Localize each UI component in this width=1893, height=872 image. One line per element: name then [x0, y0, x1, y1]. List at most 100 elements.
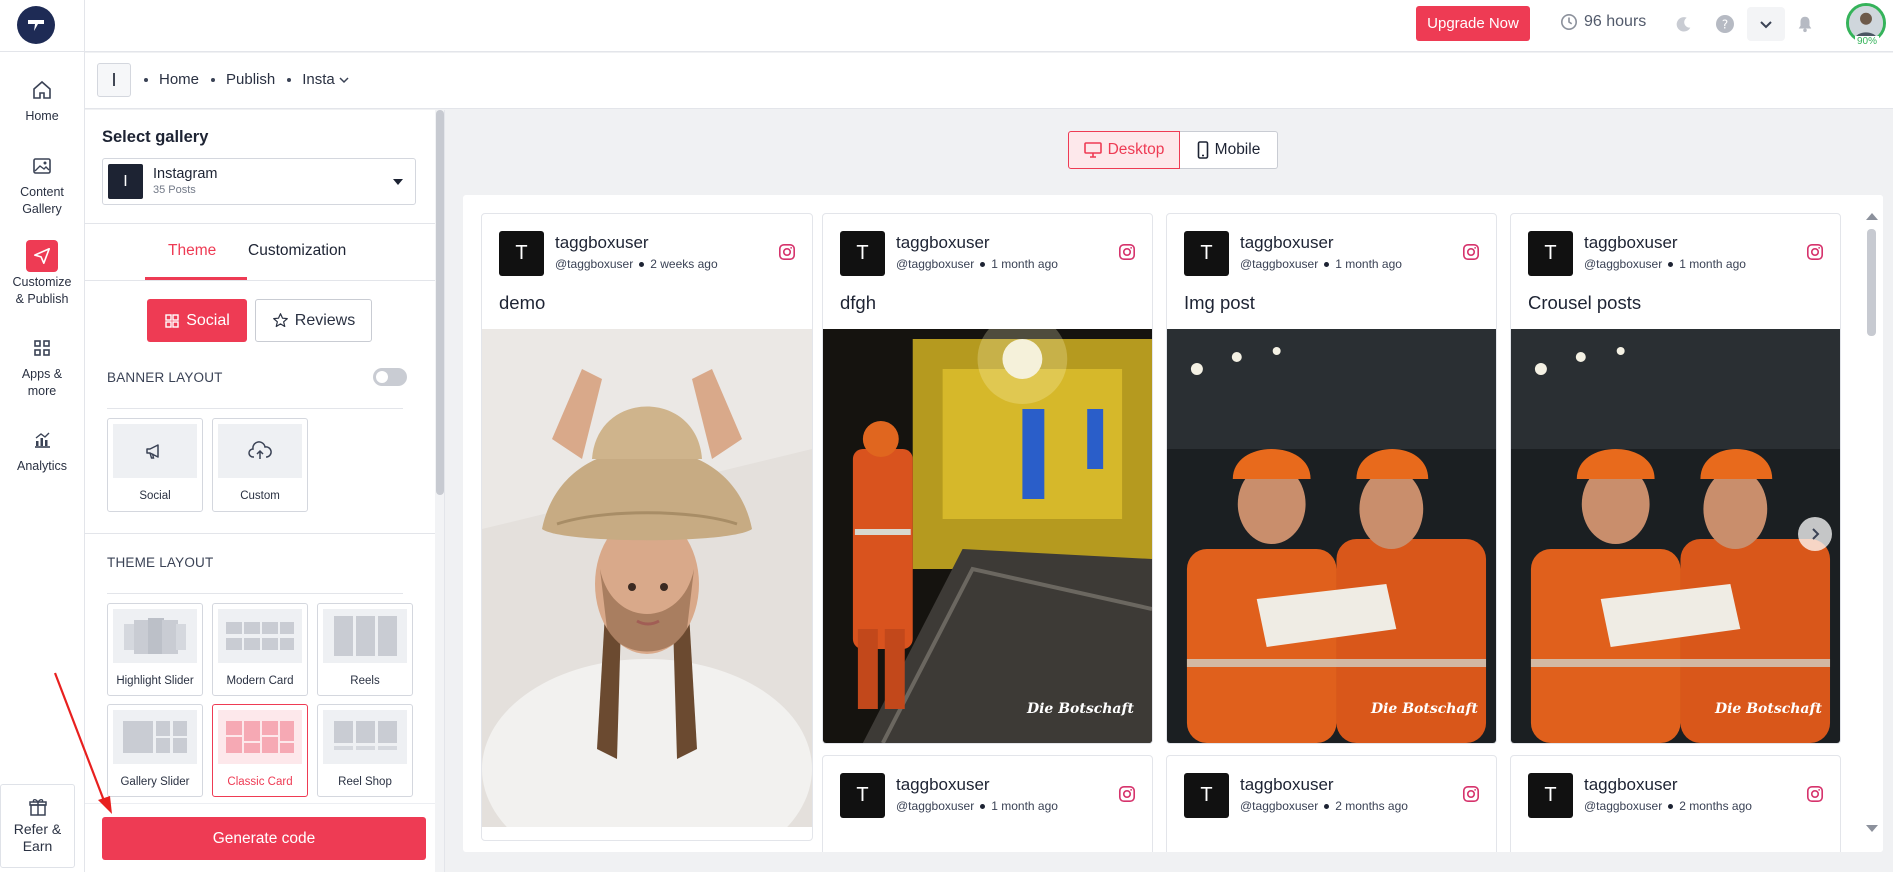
select-gallery-title: Select gallery: [102, 128, 209, 146]
nav-label-content-gallery: Content Gallery: [20, 185, 64, 216]
banner-layout-toggle[interactable]: [373, 368, 407, 386]
nav-item-home[interactable]: Home: [0, 74, 84, 125]
nav-label-customize-publish: Customize & Publish: [12, 275, 72, 306]
social-theme-button[interactable]: Social: [147, 299, 247, 342]
preview-scrollbar[interactable]: [1858, 195, 1883, 852]
remaining-hours[interactable]: 96 hours: [1560, 13, 1646, 31]
theme-tile-reel-shop[interactable]: Reel Shop: [317, 704, 413, 797]
gallery-select[interactable]: I Instagram 35 Posts: [102, 158, 416, 205]
post-time: 2 weeks ago: [650, 257, 718, 271]
gallery-preview: T taggboxuser @taggboxuser 2 weeks ago de…: [463, 195, 1883, 852]
railway-machine-photo: [823, 329, 1152, 743]
carousel-next-button[interactable]: [1798, 517, 1832, 551]
post-time: 1 month ago: [991, 799, 1058, 813]
avatar: T: [840, 231, 885, 276]
generate-code-button[interactable]: Generate code: [102, 817, 426, 860]
banner-tile-social[interactable]: Social: [107, 418, 203, 512]
avatar: T: [1528, 773, 1573, 818]
classic-card-preview: [218, 710, 302, 764]
divider: [107, 593, 403, 594]
meta-separator: [639, 261, 645, 267]
panel-scrollbar[interactable]: [435, 110, 444, 872]
meta-separator: [980, 803, 986, 809]
send-icon: [26, 240, 58, 272]
nav-item-analytics[interactable]: Analytics: [0, 424, 84, 475]
post-card[interactable]: T taggboxuser @taggboxuser 1 month ago Im…: [1166, 213, 1497, 744]
post-image[interactable]: [482, 329, 812, 827]
post-card[interactable]: T taggboxuser @taggboxuser 1 month ago Cr…: [1510, 213, 1841, 744]
scrollbar-thumb[interactable]: [436, 110, 444, 495]
help-icon[interactable]: ?: [1713, 12, 1737, 36]
divider: [85, 280, 435, 281]
post-card[interactable]: T taggboxuser @taggboxuser 2 months ago: [1166, 755, 1497, 852]
caret-down-icon: [393, 179, 403, 185]
scroll-up-arrow-icon[interactable]: [1866, 213, 1878, 220]
post-username: taggboxuser: [1240, 233, 1334, 252]
theme-tile-label: Modern Card: [226, 675, 294, 687]
post-handle: @taggboxuser: [896, 799, 975, 813]
desktop-view-button[interactable]: Desktop: [1068, 131, 1180, 169]
post-card[interactable]: T taggboxuser @taggboxuser 2 months ago: [1510, 755, 1841, 852]
post-meta: @taggboxuser 2 months ago: [1584, 799, 1752, 813]
meta-separator: [1668, 261, 1674, 267]
watermark: Die Botschaft: [1026, 701, 1134, 717]
scrollbar-thumb[interactable]: [1867, 229, 1876, 336]
gallery-post-count: 35 Posts: [153, 184, 196, 196]
theme-tile-reels[interactable]: Reels: [317, 603, 413, 696]
divider: [85, 223, 435, 224]
post-caption: dfgh: [840, 292, 877, 313]
nav-item-content-gallery[interactable]: Content Gallery: [0, 150, 84, 218]
post-time: 1 month ago: [1335, 257, 1402, 271]
breadcrumb-wall-dropdown[interactable]: Insta: [302, 71, 350, 88]
theme-tile-label: Reel Shop: [338, 776, 392, 788]
theme-layout-label: THEME LAYOUT: [107, 555, 214, 570]
chart-icon: [26, 424, 58, 456]
banner-tile-custom[interactable]: Custom: [212, 418, 308, 512]
theme-tile-label: Classic Card: [227, 776, 293, 788]
settings-panel: Select gallery I Instagram 35 Posts Them…: [85, 110, 445, 872]
reviews-label: Reviews: [294, 311, 356, 329]
post-time: 2 months ago: [1335, 799, 1408, 813]
scroll-down-arrow-icon[interactable]: [1866, 825, 1878, 832]
post-image[interactable]: Die Botschaft: [823, 329, 1152, 743]
banner-layout-label: BANNER LAYOUT: [107, 370, 223, 385]
account-menu-toggle[interactable]: [1747, 7, 1785, 41]
post-card[interactable]: T taggboxuser @taggboxuser 1 month ago df…: [822, 213, 1153, 744]
tab-customization[interactable]: Customization: [248, 242, 346, 260]
wall-badge[interactable]: I: [97, 63, 131, 97]
theme-tile-classic-card[interactable]: Classic Card: [212, 704, 308, 797]
upgrade-now-button[interactable]: Upgrade Now: [1416, 6, 1530, 41]
refer-and-earn-button[interactable]: Refer & Earn: [0, 784, 75, 868]
post-meta: @taggboxuser 1 month ago: [896, 799, 1058, 813]
post-card[interactable]: T taggboxuser @taggboxuser 1 month ago: [822, 755, 1153, 852]
post-image[interactable]: Die Botschaft: [1511, 329, 1840, 743]
left-navigation: Home Content Gallery Customize & Publish…: [0, 52, 84, 872]
nav-item-apps[interactable]: Apps & more: [0, 332, 84, 400]
meta-separator: [1324, 803, 1330, 809]
breadcrumb-publish[interactable]: Publish: [226, 71, 275, 88]
nav-item-customize-publish[interactable]: Customize & Publish: [0, 240, 84, 308]
breadcrumb-home[interactable]: Home: [159, 71, 199, 88]
post-username: taggboxuser: [896, 775, 990, 794]
theme-tile-gallery-slider[interactable]: Gallery Slider: [107, 704, 203, 797]
avatar: T: [1528, 231, 1573, 276]
post-username: taggboxuser: [1584, 233, 1678, 252]
mobile-view-button[interactable]: Mobile: [1180, 131, 1278, 169]
post-card[interactable]: T taggboxuser @taggboxuser 2 weeks ago de…: [481, 213, 813, 841]
instagram-icon: [1806, 243, 1824, 261]
post-image[interactable]: Die Botschaft: [1167, 329, 1496, 743]
grid-icon: [165, 313, 179, 328]
dark-mode-icon[interactable]: [1672, 12, 1696, 36]
top-bar: Upgrade Now 96 hours ? 90%: [0, 0, 1893, 52]
hours-label: 96 hours: [1584, 13, 1647, 30]
chevron-right-icon: [1812, 528, 1820, 540]
notification-bell-icon[interactable]: [1793, 12, 1817, 36]
app-logo[interactable]: [17, 6, 55, 44]
reels-preview: [323, 609, 407, 663]
post-handle: @taggboxuser: [1584, 799, 1663, 813]
watermark: Die Botschaft: [1370, 701, 1478, 717]
reviews-theme-button[interactable]: Reviews: [255, 299, 372, 342]
tab-theme[interactable]: Theme: [168, 242, 216, 260]
theme-tile-highlight-slider[interactable]: Highlight Slider: [107, 603, 203, 696]
theme-tile-modern-card[interactable]: Modern Card: [212, 603, 308, 696]
